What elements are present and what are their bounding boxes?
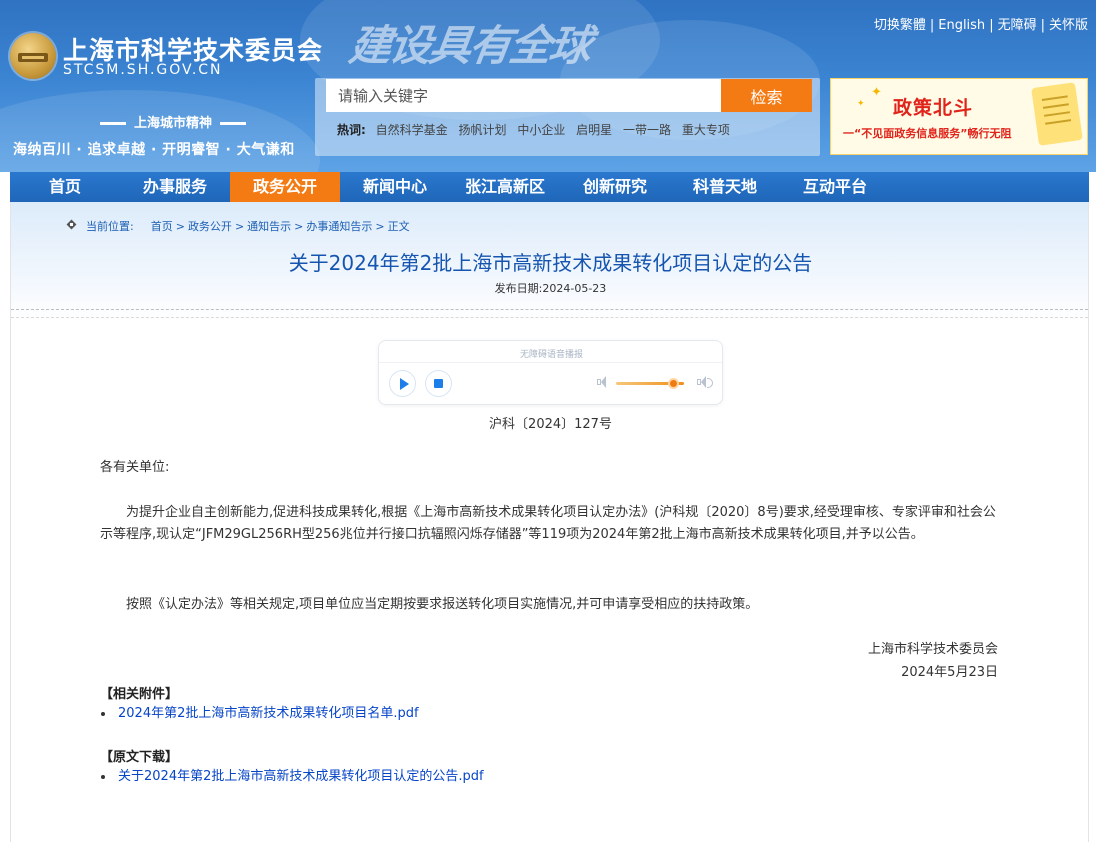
breadcrumb: 当前位置: 首页 > 政务公开 > 通知告示 > 办事通知告示 > 正文 (67, 218, 410, 234)
audio-player: 无障碍语音播报 (378, 340, 723, 405)
hot-word-link[interactable]: 扬帆计划 (458, 123, 506, 137)
breadcrumb-location-icon (67, 220, 78, 231)
hot-word-link[interactable]: 自然科学基金 (376, 123, 448, 137)
policy-banner[interactable]: ✦ ✦ 政策北斗 一“不见面政务信息服务”畅行无阻 (830, 78, 1088, 155)
sparkle-icon: ✦ (857, 99, 865, 109)
hot-word-link[interactable]: 中小企业 (517, 123, 565, 137)
body-paragraph: 为提升企业自主创新能力,促进科技成果转化,根据《上海市高新技术成果转化项目认定办… (100, 505, 996, 542)
english-link[interactable]: English (938, 18, 985, 33)
site-header: 上海市科学技术委员会 STCSM.SH.GOV.CN 建设具有全球 切换繁體 | E… (0, 0, 1096, 172)
document-icon (1031, 82, 1083, 146)
breadcrumb-item-current: 正文 (387, 220, 410, 233)
divider (11, 309, 1088, 310)
city-spirit-title: 上海城市精神 (68, 112, 278, 131)
bullet-icon (101, 774, 105, 779)
search-button[interactable]: 检索 (721, 79, 812, 112)
nav-item-research[interactable]: 创新研究 (560, 172, 670, 202)
emblem-logo[interactable] (10, 33, 56, 79)
signature-organization: 上海市科学技术委员会 (867, 642, 998, 657)
divider (11, 317, 1088, 318)
original-file-link[interactable]: 关于2024年第2批上海市高新技术成果转化项目认定的公告.pdf (118, 769, 484, 784)
volume-slider-handle[interactable] (668, 378, 679, 389)
hot-words: 热词: 自然科学基金 扬帆计划 中小企业 启明星 一带一路 重大专项 (337, 121, 737, 138)
hot-word-link[interactable]: 一带一路 (623, 123, 671, 137)
traditional-chinese-link[interactable]: 切换繁體 (874, 18, 926, 33)
article-title: 关于2024年第2批上海市高新技术成果转化项目认定的公告 (288, 251, 813, 275)
care-mode-link[interactable]: 关怀版 (1049, 18, 1088, 33)
nav-item-services[interactable]: 办事服务 (120, 172, 230, 202)
body-paragraph: 按照《认定办法》等相关规定,项目单位应当定期按要求报送转化项目实施情况,并可申请… (126, 597, 759, 612)
nav-item-government-affairs[interactable]: 政务公开 (230, 172, 340, 202)
signature-date: 2024年5月23日 (901, 665, 998, 680)
breadcrumb-label: 当前位置: (86, 220, 134, 233)
stop-icon[interactable] (425, 370, 452, 397)
attachments-list: 2024年第2批上海市高新技术成果转化项目名单.pdf (97, 704, 419, 724)
breadcrumb-item-notices[interactable]: 通知告示 (247, 220, 291, 233)
attachments-heading: 【相关附件】 (100, 687, 179, 702)
attachment-link[interactable]: 2024年第2批上海市高新技术成果转化项目名单.pdf (118, 706, 419, 721)
breadcrumb-item-gov[interactable]: 政务公开 (188, 220, 232, 233)
nav-item-zhangjiang[interactable]: 张江高新区 (450, 172, 560, 202)
city-spirit-text: 海纳百川 · 追求卓越 · 开明睿智 · 大气谦和 (13, 142, 295, 158)
site-domain: STCSM.SH.GOV.CN (63, 62, 223, 78)
hot-words-label: 热词: (337, 123, 366, 137)
divider (379, 362, 722, 363)
list-item: 关于2024年第2批上海市高新技术成果转化项目认定的公告.pdf (97, 767, 484, 787)
hot-word-link[interactable]: 重大专项 (682, 123, 730, 137)
policy-banner-title: 政策北斗 (893, 97, 974, 119)
document-number: 沪科〔2024〕127号 (489, 417, 612, 432)
volume-low-icon[interactable] (597, 375, 611, 389)
play-icon[interactable] (389, 370, 416, 397)
bullet-icon (101, 711, 105, 716)
breadcrumb-item-home[interactable]: 首页 (151, 220, 173, 233)
original-download-list: 关于2024年第2批上海市高新技术成果转化项目认定的公告.pdf (97, 767, 484, 787)
search-input[interactable] (326, 79, 721, 112)
nav-item-news[interactable]: 新闻中心 (340, 172, 450, 202)
volume-high-icon[interactable] (697, 375, 713, 389)
hot-word-link[interactable]: 启明星 (576, 123, 612, 137)
header-decor-cloud (0, 90, 320, 172)
list-item: 2024年第2批上海市高新技术成果转化项目名单.pdf (97, 704, 419, 724)
nav-item-science-popularization[interactable]: 科普天地 (670, 172, 780, 202)
sparkle-icon: ✦ (871, 85, 882, 100)
calligraphy-slogan: 建设具有全球 (346, 21, 593, 70)
audio-player-label: 无障碍语音播报 (519, 350, 583, 360)
nav-item-home[interactable]: 首页 (10, 172, 120, 202)
breadcrumb-item-service-notices[interactable]: 办事通知告示 (306, 220, 372, 233)
top-links: 切换繁體 | English | 无障碍 | 关怀版 (873, 18, 1088, 33)
publish-date: 发布日期:2024-05-23 (494, 282, 607, 295)
accessibility-link[interactable]: 无障碍 (998, 18, 1037, 33)
article-container: 当前位置: 首页 > 政务公开 > 通知告示 > 办事通知告示 > 正文 关于2024年第2批上… (10, 202, 1089, 842)
original-download-heading: 【原文下载】 (100, 750, 179, 765)
nav-item-interaction[interactable]: 互动平台 (780, 172, 890, 202)
policy-banner-subtitle: 一“不见面政务信息服务”畅行无阻 (843, 127, 1012, 140)
main-nav: 首页 办事服务 政务公开 新闻中心 张江高新区 创新研究 科普天地 互动平台 (10, 172, 1089, 202)
salutation: 各有关单位: (100, 460, 170, 475)
